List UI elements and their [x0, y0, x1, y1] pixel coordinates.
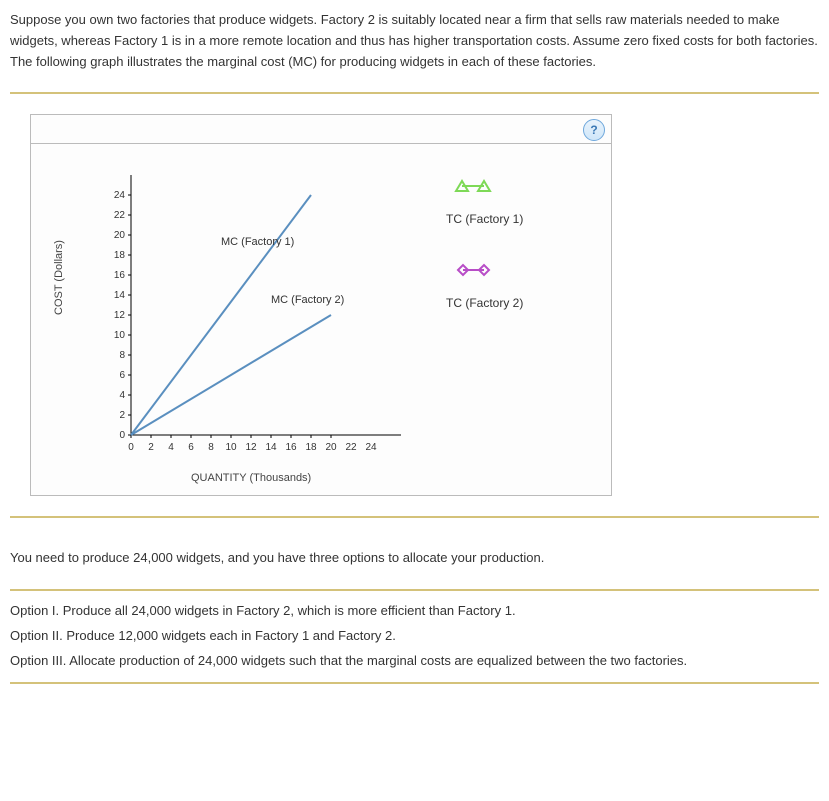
svg-text:20: 20: [114, 230, 126, 241]
svg-text:2: 2: [119, 410, 125, 421]
svg-text:16: 16: [114, 270, 126, 281]
svg-text:12: 12: [114, 310, 126, 321]
legend-tc2-label: TC (Factory 2): [446, 294, 596, 313]
svg-text:24: 24: [365, 442, 377, 453]
svg-text:0: 0: [128, 442, 134, 453]
svg-text:2: 2: [148, 442, 154, 453]
plot-area[interactable]: 0 2 4 6 8 10 12 14 16 18 20 22 24: [101, 175, 411, 450]
svg-text:6: 6: [119, 370, 125, 381]
option-2: Option II. Produce 12,000 widgets each i…: [10, 626, 819, 647]
diamond-icon: [446, 259, 496, 281]
divider: [10, 682, 819, 684]
svg-text:6: 6: [188, 442, 194, 453]
divider: [10, 589, 819, 591]
problem-intro: Suppose you own two factories that produ…: [10, 10, 819, 72]
svg-text:4: 4: [119, 390, 125, 401]
divider: [10, 516, 819, 518]
svg-text:8: 8: [119, 350, 125, 361]
svg-text:24: 24: [114, 190, 126, 201]
svg-text:12: 12: [245, 442, 257, 453]
svg-text:14: 14: [114, 290, 126, 301]
svg-text:20: 20: [325, 442, 337, 453]
options-list: Option I. Produce all 24,000 widgets in …: [10, 601, 819, 671]
produce-text: You need to produce 24,000 widgets, and …: [10, 548, 819, 569]
triangle-icon: [446, 175, 496, 197]
svg-text:4: 4: [168, 442, 174, 453]
help-button[interactable]: ?: [583, 119, 605, 141]
svg-text:8: 8: [208, 442, 214, 453]
mc1-annotation: MC (Factory 1): [221, 236, 294, 248]
chart-widget: ? COST (Dollars) QUANTITY (Thousands) 0 …: [30, 114, 612, 496]
svg-text:22: 22: [345, 442, 357, 453]
chart-toolbar: ?: [31, 115, 611, 144]
legend-tc2[interactable]: TC (Factory 2): [446, 259, 596, 313]
chart-svg: 0 2 4 6 8 10 12 14 16 18 20 22 24: [101, 175, 411, 470]
svg-text:14: 14: [265, 442, 277, 453]
svg-text:0: 0: [119, 430, 125, 441]
x-axis-label: QUANTITY (Thousands): [191, 470, 311, 488]
legend-area: TC (Factory 1) TC (Factory 2): [446, 175, 596, 343]
legend-tc1[interactable]: TC (Factory 1): [446, 175, 596, 229]
mc-factory-1-line: [131, 195, 311, 435]
svg-text:18: 18: [305, 442, 317, 453]
divider: [10, 92, 819, 94]
svg-text:10: 10: [225, 442, 237, 453]
svg-text:22: 22: [114, 210, 126, 221]
svg-text:10: 10: [114, 330, 126, 341]
option-3: Option III. Allocate production of 24,00…: [10, 651, 819, 672]
option-1: Option I. Produce all 24,000 widgets in …: [10, 601, 819, 622]
mc2-annotation: MC (Factory 2): [271, 294, 344, 306]
svg-text:16: 16: [285, 442, 297, 453]
mc-factory-2-line: [131, 315, 331, 435]
legend-tc1-label: TC (Factory 1): [446, 210, 596, 229]
svg-text:18: 18: [114, 250, 126, 261]
y-axis-label: COST (Dollars): [51, 240, 69, 315]
